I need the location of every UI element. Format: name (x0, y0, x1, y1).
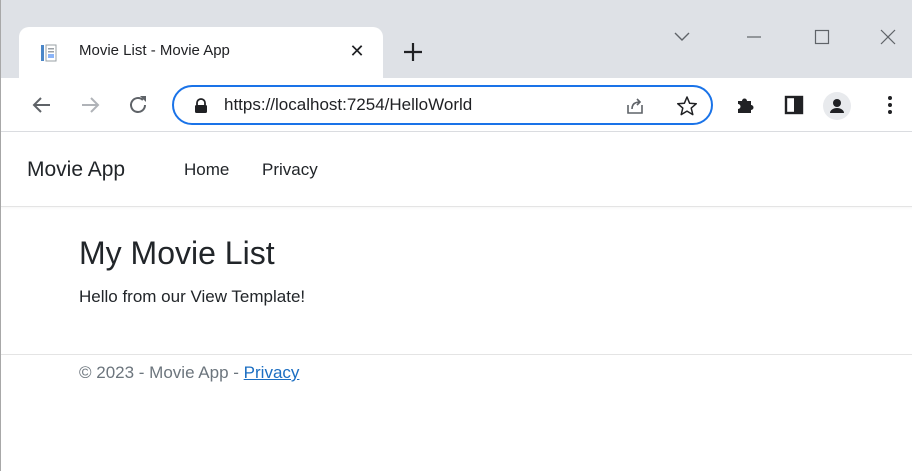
minimize-icon[interactable] (739, 22, 769, 52)
site-navbar: Movie App Home Privacy (1, 132, 912, 207)
tab-close-icon[interactable]: ✕ (345, 39, 369, 63)
tab-movie-list[interactable]: Movie List - Movie App ✕ (19, 27, 383, 78)
footer-divider (1, 354, 912, 355)
new-tab-button[interactable] (399, 38, 427, 66)
nav-link-home[interactable]: Home (184, 160, 229, 180)
forward-arrow-icon[interactable] (77, 92, 103, 118)
side-panel-icon[interactable] (781, 92, 807, 118)
share-icon[interactable] (624, 95, 646, 117)
page-favicon-icon (41, 44, 57, 62)
reload-icon[interactable] (125, 92, 151, 118)
puzzle-icon[interactable] (733, 92, 759, 118)
hello-message: Hello from our View Template! (79, 287, 306, 306)
tab-strip: Movie List - Movie App ✕ (1, 0, 912, 78)
browser-window: Movie List - Movie App ✕ https://localho… (0, 0, 912, 471)
star-icon[interactable] (676, 95, 698, 117)
kebab-menu-icon[interactable] (877, 92, 903, 118)
maximize-icon[interactable] (807, 22, 837, 52)
page-content: Movie App Home Privacy My Movie List Hel… (1, 132, 912, 471)
footer-copyright: © 2023 - Movie App - (79, 363, 244, 382)
nav-link-privacy[interactable]: Privacy (262, 160, 318, 180)
lock-icon[interactable] (194, 98, 208, 114)
footer-privacy-link[interactable]: Privacy (244, 363, 300, 382)
chevron-down-icon[interactable] (667, 22, 697, 52)
profile-icon[interactable] (823, 92, 851, 120)
tab-title: Movie List - Movie App (79, 42, 230, 59)
address-bar[interactable]: https://localhost:7254/HelloWorld (172, 85, 713, 125)
page-title: My Movie List (79, 235, 275, 271)
site-footer: © 2023 - Movie App - Privacy (79, 363, 299, 383)
back-arrow-icon[interactable] (29, 92, 55, 118)
site-brand-link[interactable]: Movie App (27, 158, 125, 182)
browser-toolbar: https://localhost:7254/HelloWorld (1, 78, 912, 132)
url-text[interactable]: https://localhost:7254/HelloWorld (224, 95, 472, 115)
close-icon[interactable] (873, 22, 903, 52)
